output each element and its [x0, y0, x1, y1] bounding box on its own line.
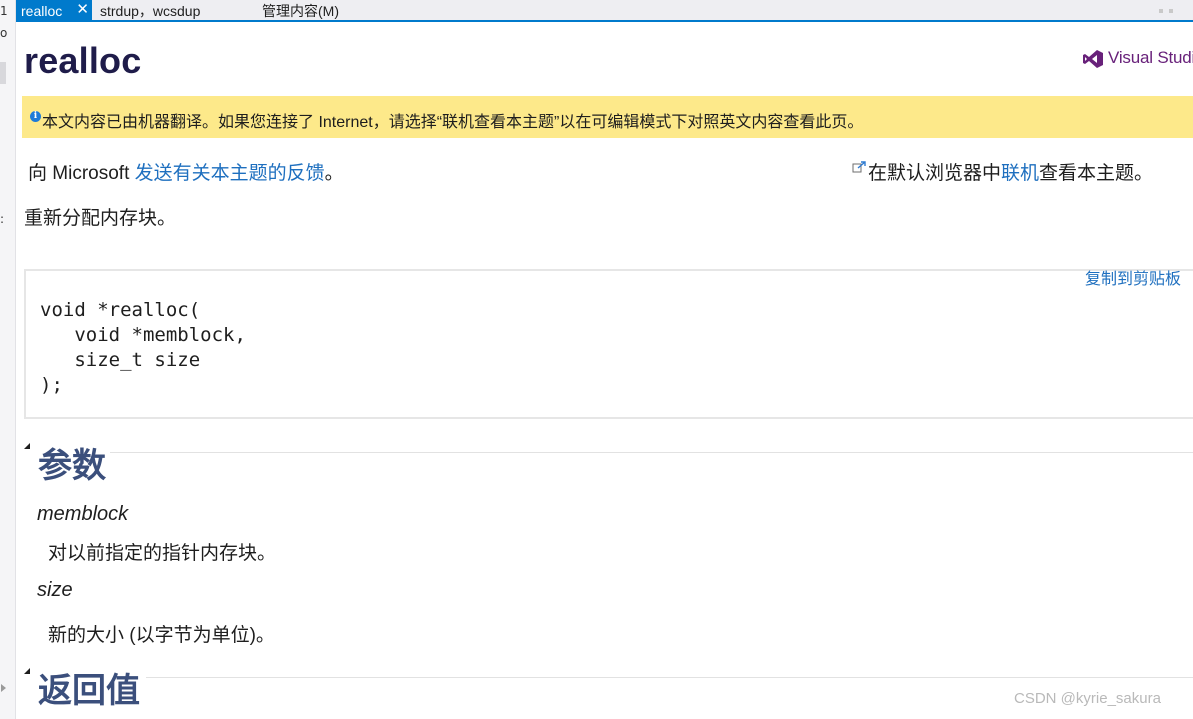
- page-title: realloc: [24, 40, 142, 81]
- tab-label: realloc: [21, 3, 63, 19]
- param-name: memblock: [37, 503, 129, 525]
- param-description: 对以前指定的指针内存块。: [48, 543, 277, 564]
- section-divider: [146, 677, 1193, 678]
- online-suffix: 查看本主题。: [1039, 163, 1154, 184]
- tab-strdup-wcsdup[interactable]: strdup，wcsdup: [100, 0, 200, 20]
- external-link-icon: [852, 161, 866, 173]
- feedback-suffix: 。: [324, 163, 344, 184]
- machine-translation-banner: i 本文内容已由机器翻译。如果您连接了 Internet，请选择“联机查看本主题…: [22, 96, 1193, 138]
- feedback-line: 向 Microsoft 发送有关本主题的反馈。: [28, 158, 344, 185]
- view-online-line: 在默认浏览器中联机查看本主题。: [852, 158, 1153, 185]
- param-description: 新的大小 (以字节为单位)。: [48, 625, 275, 646]
- watermark: CSDN @kyrie_sakura: [1014, 690, 1161, 707]
- online-link[interactable]: 联机: [1001, 163, 1039, 184]
- left-gutter: 1 o :: [0, 0, 16, 719]
- info-icon: i: [30, 111, 41, 122]
- visual-studio-icon: [1083, 50, 1103, 68]
- syntax-code: void *realloc( void *memblock, size_t si…: [40, 299, 246, 396]
- section-title-parameters[interactable]: 参数: [38, 438, 106, 487]
- section-title-return-value[interactable]: 返回值: [38, 663, 140, 712]
- tab-manage-content[interactable]: 管理内容(M): [262, 0, 339, 20]
- param-name: size: [37, 579, 73, 601]
- online-prefix: 在默认浏览器中: [868, 163, 1002, 184]
- banner-text: 本文内容已由机器翻译。如果您连接了 Internet，请选择“联机查看本主题”以…: [42, 114, 864, 131]
- copy-to-clipboard-link[interactable]: 复制到剪贴板: [1085, 265, 1181, 289]
- gutter-marker: [0, 62, 6, 84]
- logo-text: Visual Studio: [1108, 48, 1193, 67]
- gutter-char: o: [0, 26, 8, 40]
- section-divider: [110, 452, 1193, 453]
- collapse-arrow-icon[interactable]: [24, 443, 30, 449]
- close-icon[interactable]: ✕: [76, 0, 89, 21]
- document-tab-strip: realloc ✕ strdup，wcsdup 管理内容(M): [16, 0, 1193, 22]
- gutter-char: :: [0, 212, 5, 226]
- scroll-arrow-icon[interactable]: [0, 683, 8, 693]
- feedback-link[interactable]: 发送有关本主题的反馈: [135, 163, 325, 184]
- gutter-char: 1: [0, 4, 8, 18]
- feedback-prefix: 向 Microsoft: [28, 163, 135, 184]
- collapse-arrow-icon[interactable]: [24, 668, 30, 674]
- summary-text: 重新分配内存块。: [24, 208, 177, 229]
- tab-realloc[interactable]: realloc ✕: [16, 0, 92, 20]
- tab-overflow-indicator: [1153, 0, 1193, 13]
